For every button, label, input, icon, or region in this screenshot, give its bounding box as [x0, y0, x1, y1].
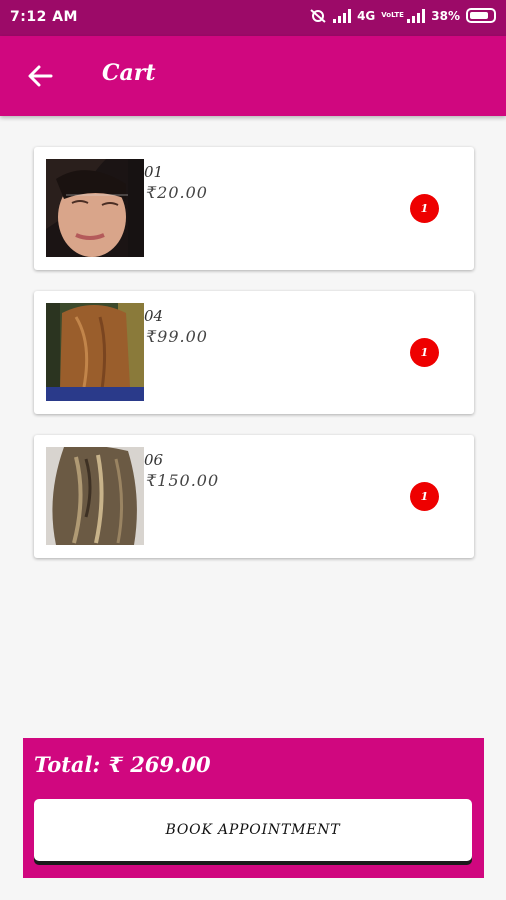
status-time: 7:12 AM — [10, 9, 78, 25]
hair-back-photo — [46, 303, 144, 401]
item-id: 01 — [144, 163, 164, 181]
quantity-badge: 1 — [410, 194, 439, 223]
cart-item[interactable]: 06 ₹150.00 1 — [34, 435, 474, 558]
arrow-left-icon — [28, 65, 53, 87]
checkout-footer: Total: ₹ 269.00 BOOK APPOINTMENT — [23, 738, 484, 878]
back-button[interactable] — [22, 60, 58, 92]
app-bar: Cart — [0, 36, 506, 116]
item-id: 04 — [144, 307, 164, 325]
face-threading-photo — [46, 159, 144, 257]
highlighted-hair-photo — [46, 447, 144, 545]
item-price: ₹20.00 — [146, 183, 208, 202]
book-appointment-button[interactable]: BOOK APPOINTMENT — [34, 799, 472, 861]
total-value: ₹ 269.00 — [108, 752, 211, 777]
no-sync-icon — [310, 8, 326, 23]
page-title: Cart — [102, 60, 156, 86]
item-id: 06 — [144, 451, 164, 469]
book-appointment-label: BOOK APPOINTMENT — [165, 822, 341, 838]
signal-icon-2 — [407, 8, 426, 23]
cart-item[interactable]: 04 ₹99.00 1 — [34, 291, 474, 414]
cart-item[interactable]: 01 ₹20.00 1 — [34, 147, 474, 270]
item-price: ₹99.00 — [146, 327, 208, 346]
total-line: Total: ₹ 269.00 — [34, 752, 211, 777]
quantity-badge: 1 — [410, 482, 439, 511]
battery-percent: 38% — [431, 8, 460, 23]
network-label: 4G — [357, 8, 376, 23]
status-icons: 4G VoLTE 38% — [309, 8, 496, 23]
signal-icon — [333, 8, 352, 23]
volte-label: VoLTE — [381, 11, 404, 19]
status-bar: 7:12 AM 4G VoLTE 38% — [0, 0, 506, 36]
quantity-badge: 1 — [410, 338, 439, 367]
battery-icon — [466, 8, 496, 23]
total-label: Total: — [34, 752, 101, 777]
cart-list: 01 ₹20.00 1 04 ₹99.00 1 06 ₹150.00 1 — [34, 147, 474, 579]
item-price: ₹150.00 — [146, 471, 220, 490]
